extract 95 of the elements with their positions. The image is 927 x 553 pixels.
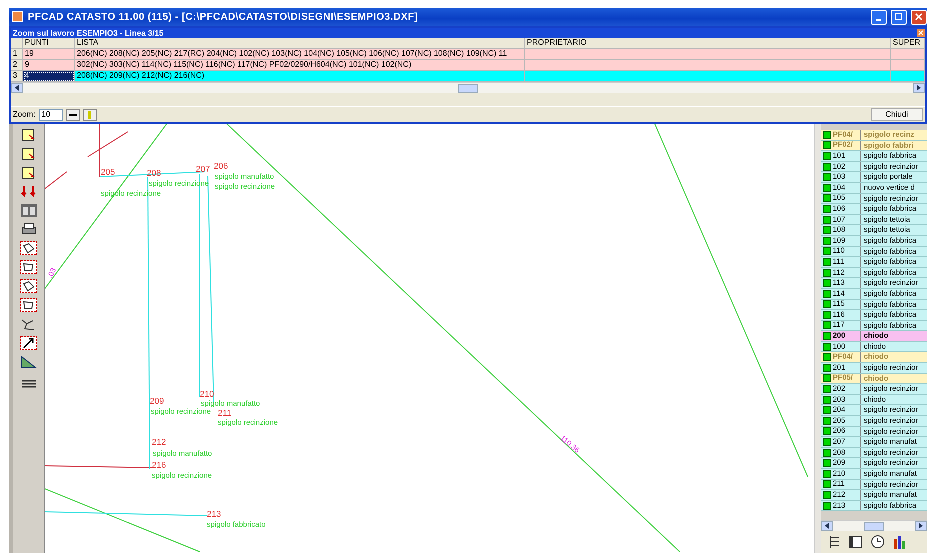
zoom-field[interactable]: 10: [38, 108, 63, 120]
clock-icon[interactable]: [871, 535, 885, 549]
point-number: 206: [214, 161, 228, 171]
point-marker-icon: [823, 406, 831, 414]
minimize-button[interactable]: [871, 10, 887, 24]
point-marker-icon: [823, 268, 831, 277]
table-cell: 19: [23, 49, 75, 60]
panel-title: Zoom sul lavoro ESEMPIO3 - Linea 3/15: [13, 28, 165, 38]
list-icon[interactable]: [829, 535, 841, 549]
point-marker-icon: [823, 332, 831, 340]
point-marker-icon: [823, 342, 831, 351]
point-marker-icon: [823, 502, 831, 510]
polygon-icon[interactable]: [18, 278, 38, 294]
point-number: 213: [207, 509, 222, 519]
point-number: 207: [196, 164, 210, 174]
close-icon: [915, 13, 923, 21]
minus-icon: [68, 112, 77, 116]
point-marker-icon: [823, 162, 831, 171]
maximize-icon: [895, 13, 903, 21]
point-number: 211: [218, 408, 232, 418]
fence-line: [45, 172, 68, 190]
column-header[interactable]: LISTA: [75, 38, 525, 49]
scroll-thumb[interactable]: [864, 522, 884, 530]
point-marker-icon: [823, 310, 831, 319]
point-number: 216: [152, 460, 166, 470]
window-icon[interactable]: [849, 535, 863, 549]
point-number: 205: [101, 167, 116, 177]
polygon-icon[interactable]: [18, 240, 38, 256]
point-marker-icon: [823, 247, 831, 256]
close-icon[interactable]: [917, 29, 925, 37]
column-header[interactable]: PUNTI: [23, 38, 75, 49]
left-arrow-icon[interactable]: [824, 523, 830, 529]
table-cell: 9: [23, 60, 75, 71]
right-arrow-icon[interactable]: [916, 85, 922, 91]
point-marker-icon: [823, 396, 831, 404]
app-icon: [12, 11, 24, 23]
point-marker-icon: [823, 321, 831, 330]
marker-button[interactable]: [82, 108, 97, 120]
point-marker-icon: [823, 258, 831, 266]
row-number: 2: [11, 60, 23, 71]
table-cell: 206(NC) 208(NC) 205(NC) 217(RC) 204(NC) 102(NC) 103(NC) 104(NC) 105(NC) 106(NC) 107(NC) 108(NC) 109(NC) 11: [75, 49, 525, 60]
point-number: 209: [150, 396, 164, 406]
point-marker-icon: [823, 300, 831, 308]
point-marker-icon: [823, 459, 831, 468]
point-marker-icon: [823, 194, 831, 202]
row-number: 3: [11, 71, 23, 82]
point-marker-icon: [823, 279, 831, 288]
horizontal-scrollbar[interactable]: [821, 520, 927, 531]
maximize-button[interactable]: [891, 10, 907, 24]
polygon-icon[interactable]: [18, 297, 38, 313]
window-title: PFCAD CATASTO 11.00 (115) - [C:\PFCAD\CATASTO\DISEGNI\ESEMPIO3.DXF]: [28, 12, 420, 22]
point-marker-icon: [823, 427, 831, 436]
close-button[interactable]: Chiudi: [871, 108, 923, 121]
point-marker-icon: [823, 141, 831, 150]
arrows-down-icon[interactable]: [18, 183, 38, 199]
point-marker-icon: [823, 184, 831, 192]
table-cell: [891, 60, 925, 71]
column-header[interactable]: SUPER: [891, 38, 925, 49]
scroll-thumb[interactable]: [458, 84, 478, 92]
point-marker-icon: [823, 226, 831, 234]
zoom-label: Zoom:: [13, 110, 36, 119]
left-arrow-icon[interactable]: [14, 85, 20, 91]
table-cell: 208(NC) 209(NC) 212(NC) 216(NC): [75, 71, 525, 82]
point-marker-icon: [823, 173, 831, 182]
bar-icon: [88, 110, 92, 118]
point-marker-icon: [823, 490, 831, 499]
close-button[interactable]: [911, 10, 927, 24]
point-marker-icon: [823, 385, 831, 394]
point-marker-icon: [823, 448, 831, 457]
grid-icon[interactable]: [18, 202, 38, 218]
horizontal-scrollbar[interactable]: [11, 82, 925, 93]
point-marker-icon: [823, 130, 831, 139]
bar-chart-icon[interactable]: [893, 535, 907, 549]
row-number: 1: [11, 49, 23, 60]
point-marker-icon: [823, 416, 831, 425]
minus-button[interactable]: [66, 108, 80, 120]
table-cell: 4: [23, 71, 75, 82]
point-marker-icon: [823, 374, 831, 382]
point-number: 212: [152, 437, 166, 447]
point-marker-icon: [823, 290, 831, 298]
point-marker-icon: [823, 364, 831, 372]
table-cell: [891, 49, 925, 60]
table-cell: 302(NC) 303(NC) 114(NC) 115(NC) 116(NC) 117(NC) PF02/0290/H604(NC) 101(NC) 102(NC): [75, 60, 525, 71]
point-marker-icon: [823, 236, 831, 245]
point-marker-icon: [823, 438, 831, 446]
polygon-icon[interactable]: [18, 259, 38, 275]
column-header[interactable]: PROPRIETARIO: [525, 38, 891, 49]
point-marker-icon: [823, 480, 831, 488]
table-cell: [891, 71, 925, 82]
point-marker-icon: [823, 470, 831, 478]
point-marker-icon: [823, 204, 831, 213]
point-marker-icon: [823, 152, 831, 160]
point-marker-icon: [823, 216, 831, 224]
point-marker-icon: [823, 353, 831, 362]
right-arrow-icon[interactable]: [918, 523, 924, 529]
